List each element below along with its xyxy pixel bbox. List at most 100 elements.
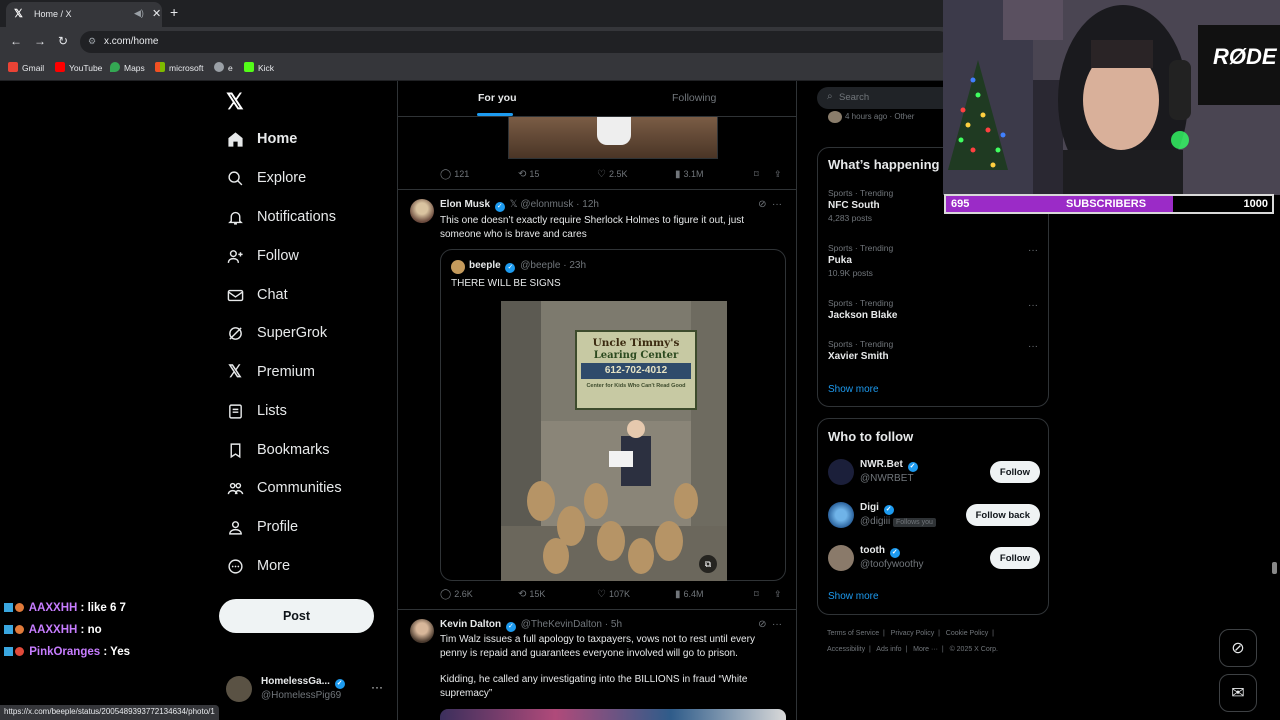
quote-image[interactable]: Uncle Timmy's Learing Center 612-702-401…: [501, 301, 727, 581]
nav-lists[interactable]: Lists: [226, 396, 287, 426]
search-icon: [226, 169, 244, 187]
forward-icon[interactable]: →: [34, 34, 46, 48]
post-image[interactable]: [508, 117, 718, 159]
x-logo-icon[interactable]: 𝕏: [226, 89, 244, 115]
show-more-link[interactable]: Show more: [828, 591, 879, 602]
nav-bookmarks[interactable]: Bookmarks: [226, 435, 330, 465]
nav-profile[interactable]: Profile: [226, 512, 298, 542]
avatar: [828, 459, 854, 485]
suggestion-item[interactable]: tooth ✓ @toofywoothy Follow: [828, 544, 1040, 574]
follow-button[interactable]: Follow: [989, 547, 1040, 569]
nav-label: Bookmarks: [257, 442, 330, 458]
follows-you-badge: Follows you: [892, 518, 936, 527]
bookmark-maps[interactable]: Maps: [110, 62, 145, 73]
messages-float-button[interactable]: ✉: [1219, 674, 1257, 712]
image-edit-icon[interactable]: ⧉: [699, 555, 717, 573]
reply-button[interactable]: ◯ 121: [440, 169, 469, 180]
reload-icon[interactable]: ↻: [58, 34, 68, 48]
scrollbar-thumb[interactable]: [1272, 562, 1277, 574]
suggestion-item[interactable]: Digi ✓ @digiii Follows you Follow back: [828, 501, 1040, 531]
chat-badge-icon: [15, 625, 24, 634]
bookmark-microsoft[interactable]: microsoft: [155, 62, 203, 73]
site-info-icon[interactable]: ⚙: [88, 36, 96, 47]
nav-label: Chat: [257, 287, 288, 303]
share-icon[interactable]: ⇪: [774, 169, 782, 180]
bookmark-icon[interactable]: ⌑: [754, 169, 759, 180]
more-dots-icon[interactable]: ···: [1028, 245, 1038, 256]
trend-item[interactable]: Sports · Trending Jackson Blake ···: [828, 298, 1038, 321]
nav-more[interactable]: More: [226, 551, 290, 581]
grok-icon[interactable]: ⊘ ···: [758, 199, 782, 210]
repost-button[interactable]: ⟲ 15K: [518, 589, 545, 600]
repost-button[interactable]: ⟲ 15: [518, 169, 539, 180]
quote-tweet[interactable]: beeple ✓ @beeple · 23h THERE WILL BE SIG…: [440, 249, 786, 581]
verified-badge-icon: ✓: [907, 462, 918, 472]
like-button[interactable]: ♡ 107K: [597, 589, 630, 600]
who-to-follow-panel: Who to follow NWR.Bet ✓ @NWRBET Follow D…: [817, 418, 1049, 615]
url-input[interactable]: ⚙ x.com/home: [80, 31, 950, 53]
tweet-text: Kidding, he called any investigating int…: [440, 674, 748, 699]
new-tab-button[interactable]: +: [170, 4, 178, 20]
tab-following[interactable]: Following: [672, 92, 716, 104]
nav-chat[interactable]: Chat: [226, 280, 288, 310]
nav-supergrok[interactable]: SuperGrok: [226, 318, 327, 348]
author-name[interactable]: Kevin Dalton: [440, 619, 501, 630]
suggestion-item[interactable]: NWR.Bet ✓ @NWRBET Follow: [828, 458, 1040, 488]
nav-notifications[interactable]: Notifications: [226, 202, 336, 232]
search-placeholder: Search: [839, 92, 870, 103]
author-name[interactable]: Elon Musk: [440, 199, 490, 210]
quote-header: beeple ✓ @beeple · 23h: [469, 260, 587, 273]
nav-home[interactable]: Home: [226, 124, 297, 154]
timeline[interactable]: For you Following ◯ 121 ⟲ 15 ♡ 2.5K ▮ 3.1M ⌑…: [397, 81, 797, 720]
chat-message: PinkOranges : Yes: [4, 646, 130, 658]
grok-float-button[interactable]: ⊘: [1219, 629, 1257, 667]
follow-icon: [226, 247, 244, 265]
like-button[interactable]: ♡ 2.5K: [597, 169, 627, 180]
trend-item[interactable]: Sports · Trending Puka 10.9K posts ···: [828, 243, 1038, 278]
avatar: [828, 545, 854, 571]
post-image[interactable]: [440, 709, 786, 720]
nav-follow[interactable]: Follow: [226, 241, 299, 271]
close-tab-icon[interactable]: ✕: [152, 7, 161, 20]
nav-premium[interactable]: 𝕏 Premium: [226, 357, 315, 387]
nav-label: Lists: [257, 403, 287, 419]
post-button[interactable]: Post: [219, 599, 374, 633]
views-button[interactable]: ▮ 3.1M: [675, 169, 704, 180]
show-more-link[interactable]: Show more: [828, 384, 879, 395]
youtube-icon: [55, 62, 65, 72]
mic-brand: RØDE: [1213, 44, 1277, 69]
timeline-tabs: For you Following: [398, 81, 796, 117]
bookmark-kick[interactable]: Kick: [244, 62, 274, 73]
follow-button[interactable]: Follow: [989, 461, 1040, 483]
follow-back-button[interactable]: Follow back: [965, 504, 1040, 526]
grok-icon[interactable]: ⊘ ···: [758, 619, 782, 630]
reply-icon: ◯: [440, 589, 452, 600]
nav-label: Profile: [257, 519, 299, 535]
more-dots-icon[interactable]: ···: [1028, 341, 1038, 352]
more-dots-icon[interactable]: ···: [371, 680, 383, 694]
share-icon[interactable]: ⇪: [774, 589, 782, 600]
bookmark-gmail[interactable]: Gmail: [8, 62, 44, 73]
speaker-icon[interactable]: ◀): [134, 8, 144, 19]
reply-button[interactable]: ◯ 2.6K: [440, 589, 473, 600]
avatar[interactable]: [410, 619, 434, 643]
more-dots-icon[interactable]: ···: [1028, 300, 1038, 311]
bookmark-youtube[interactable]: YouTube: [55, 62, 102, 73]
bookmark-e[interactable]: e: [214, 62, 233, 73]
nav-communities[interactable]: Communities: [226, 473, 342, 503]
views-button[interactable]: ▮ 6.4M: [675, 589, 704, 600]
author-handle[interactable]: @elonmusk · 12h: [520, 199, 599, 210]
account-switcher[interactable]: HomelessGa... ✓ @HomelessPig69 ···: [226, 674, 386, 704]
chat-username: AAXXHH: [28, 624, 78, 636]
author-handle[interactable]: @TheKevinDalton · 5h: [521, 619, 622, 630]
back-icon[interactable]: ←: [10, 34, 22, 48]
tab-for-you[interactable]: For you: [478, 92, 517, 104]
sub-label: SUBSCRIBERS: [1066, 198, 1147, 210]
avatar[interactable]: [410, 199, 434, 223]
nav-explore[interactable]: Explore: [226, 163, 306, 193]
verified-badge-icon: ✓: [334, 679, 345, 689]
search-input[interactable]: ⌕ Search: [817, 87, 951, 109]
bookmark-icon[interactable]: ⌑: [754, 589, 759, 600]
trend-item[interactable]: Sports · Trending Xavier Smith ···: [828, 339, 1038, 362]
browser-tab[interactable]: 𝕏 Home / X ◀) ✕: [6, 2, 162, 27]
